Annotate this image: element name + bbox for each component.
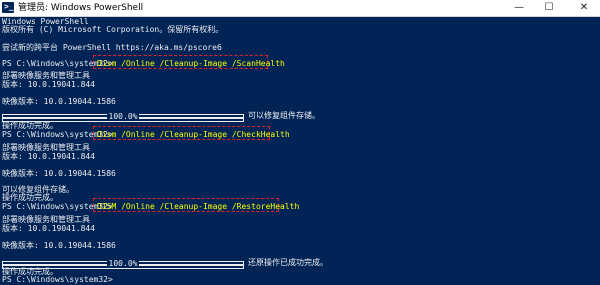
title-bar[interactable]: >_ 管理员: Windows PowerShell — ☐ ✕ — [0, 0, 600, 17]
console-line: 映像版本: 10.0.19044.1586 — [2, 241, 116, 250]
prompt: PS C:\Windows\system32> — [2, 275, 113, 284]
console-line: 可以修复组件存储。 — [248, 111, 320, 120]
console-line: 版本: 10.0.19041.844 — [2, 152, 96, 161]
command-scanhealth: Dism /Online /Cleanup-Image /ScanHealth — [97, 59, 285, 68]
progress-text: 100.0% — [106, 259, 140, 268]
console-line: 映像版本: 10.0.19044.1586 — [2, 169, 116, 178]
powershell-window: >_ 管理员: Windows PowerShell — ☐ ✕ Windows… — [0, 0, 600, 285]
console-line: 版权所有 (C) Microsoft Corporation。保留所有权利。 — [2, 25, 224, 34]
window-title: 管理员: Windows PowerShell — [18, 3, 144, 13]
command-checkhealth: Dism /Online /Cleanup-Image /CheckHealth — [97, 130, 290, 139]
console-line: 版本: 10.0.19041.844 — [2, 224, 96, 233]
close-button[interactable]: ✕ — [568, 0, 600, 16]
command-restorehealth: DISM /Online /Cleanup-Image /RestoreHeal… — [97, 202, 300, 211]
console-line: 映像版本: 10.0.19044.1586 — [2, 97, 116, 106]
console-line: 尝试新的跨平台 PowerShell https://aka.ms/pscore… — [2, 43, 222, 52]
console-output[interactable]: Windows PowerShell 版权所有 (C) Microsoft Co… — [0, 17, 600, 285]
minimize-button[interactable]: — — [506, 0, 532, 16]
powershell-icon: >_ — [2, 2, 14, 13]
maximize-button[interactable]: ☐ — [536, 0, 562, 16]
progress-text: 100.0% — [106, 112, 140, 121]
console-line: 还原操作已成功完成。 — [248, 258, 328, 267]
console-line: 版本: 10.0.19041.844 — [2, 80, 96, 89]
